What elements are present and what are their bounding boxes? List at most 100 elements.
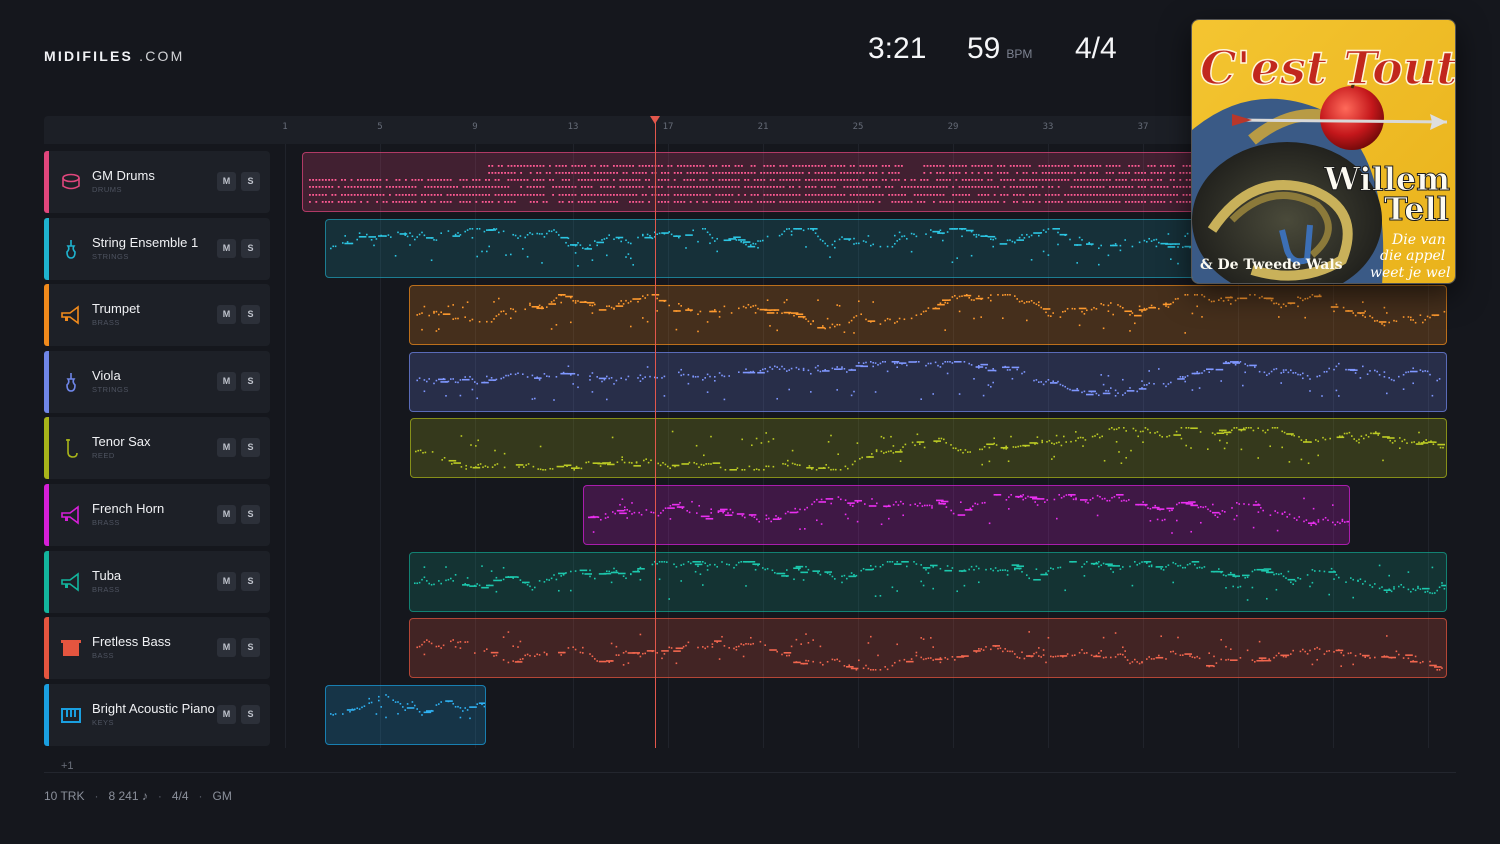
midi-note [1311,663,1314,666]
midi-note [1350,577,1352,579]
midi-note [946,302,949,304]
midi-note [581,179,583,181]
playhead[interactable] [650,116,660,748]
midi-note [1096,494,1099,497]
midi-note [978,234,980,236]
track-header-drums[interactable]: GM Drums DRUMS M S [44,151,270,213]
midi-note [951,296,954,298]
clip-tuba[interactable] [409,552,1447,612]
midi-note [1069,388,1071,391]
site-logo[interactable]: MIDIFILES .COM [44,48,184,64]
midi-note [452,304,454,306]
midi-note [827,186,830,188]
midi-note [1115,165,1118,167]
solo-button[interactable]: S [241,572,260,591]
midi-note [709,242,711,245]
mute-button[interactable]: M [217,172,236,191]
more-tracks-indicator[interactable]: +1 [61,760,74,772]
solo-button[interactable]: S [241,372,260,391]
midi-note [993,194,996,196]
midi-note [903,235,906,237]
midi-note [571,201,574,203]
midi-note [578,467,580,469]
midi-note [1099,194,1102,196]
clip-viola[interactable] [409,352,1447,412]
track-header-tuba[interactable]: Tuba BRASS M S [44,551,270,613]
footer-divider [44,772,1456,773]
track-header-string-ensemble[interactable]: String Ensemble 1 STRINGS M S [44,218,270,280]
midi-note [1281,430,1283,433]
track-header-tenor-sax[interactable]: Tenor Sax REED M S [44,417,270,479]
midi-note [454,706,457,708]
solo-button[interactable]: S [241,239,260,258]
album-cover: C'est Tout Willem Tell & De Tweede Wals … [1191,19,1456,284]
midi-note [549,165,551,167]
midi-note [740,643,742,645]
midi-note [723,398,726,401]
footer-signature: 4/4 [171,789,189,803]
clip-tenor-sax[interactable] [410,418,1447,478]
mute-button[interactable]: M [217,372,236,391]
track-header-trumpet[interactable]: Trumpet BRASS M S [44,284,270,346]
midi-note [645,458,647,460]
clip-french-horn[interactable] [583,485,1350,545]
playhead-handle[interactable] [650,116,660,124]
track-header-french-horn[interactable]: French Horn BRASS M S [44,484,270,546]
midi-note [773,179,775,181]
solo-button[interactable]: S [241,438,260,457]
midi-note [853,574,855,576]
midi-note [1213,655,1215,658]
midi-note [849,194,852,196]
midi-note [1318,294,1321,296]
clip-piano[interactable] [325,685,486,745]
midi-note [358,708,361,710]
midi-note [1369,370,1371,372]
mute-button[interactable]: M [217,505,236,524]
mute-button[interactable]: M [217,572,236,591]
solo-button[interactable]: S [241,172,260,191]
midi-note [792,186,794,188]
midi-note [1147,165,1150,167]
midi-note [504,194,506,196]
midi-note [1036,504,1039,506]
midi-note [865,165,868,167]
midi-note [1413,441,1415,443]
midi-note [750,165,753,167]
midi-note [621,458,623,461]
midi-note [1118,201,1121,203]
midi-note [1002,650,1004,653]
midi-note [955,194,958,196]
midi-note [1073,201,1076,203]
midi-note [874,669,877,671]
clip-trumpet[interactable] [409,285,1447,345]
midi-note [874,595,877,597]
midi-note [821,165,823,167]
solo-button[interactable]: S [241,505,260,524]
midi-note [819,661,822,664]
midi-note [321,201,324,203]
mute-button[interactable]: M [217,705,236,724]
solo-button[interactable]: S [241,305,260,324]
track-header-fretless-bass[interactable]: Fretless Bass BASS M S [44,617,270,679]
solo-button[interactable]: S [241,638,260,657]
midi-note [549,179,551,181]
mute-button[interactable]: M [217,638,236,657]
midi-note [814,194,817,196]
midi-note [702,584,704,586]
midi-note [942,172,945,174]
clip-fretless-bass[interactable] [409,618,1447,678]
midi-note [932,393,934,395]
mute-button[interactable]: M [217,239,236,258]
track-header-piano[interactable]: Bright Acoustic Piano KEYS M S [44,684,270,746]
solo-button[interactable]: S [241,705,260,724]
mute-button[interactable]: M [217,305,236,324]
midi-note [1348,431,1351,434]
midi-note [926,504,928,507]
track-header-viola[interactable]: Viola STRINGS M S [44,351,270,413]
midi-note [366,186,369,188]
midi-note [616,194,618,196]
midi-note [321,179,324,181]
midi-note [750,244,752,246]
midi-note [1126,659,1129,661]
mute-button[interactable]: M [217,438,236,457]
